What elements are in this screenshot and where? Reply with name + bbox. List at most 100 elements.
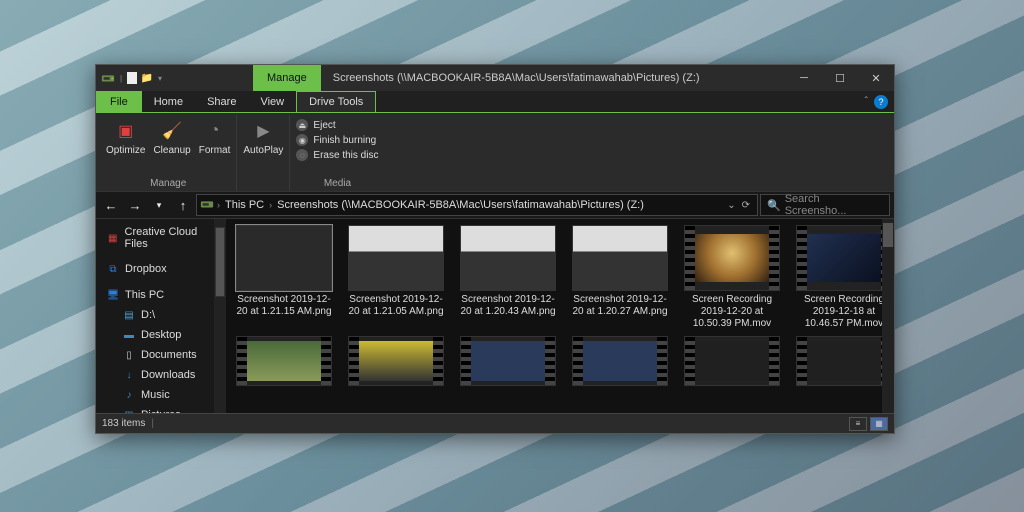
- thumbnail: [236, 225, 332, 291]
- maximize-button[interactable]: ☐: [822, 65, 858, 91]
- properties-icon[interactable]: [127, 72, 137, 84]
- eject-button[interactable]: ⏏Eject: [296, 119, 378, 131]
- file-item[interactable]: Screen Recording 2019-12-18 at 10.46.57 …: [794, 225, 894, 330]
- file-item[interactable]: [346, 336, 446, 389]
- breadcrumb-path[interactable]: Screenshots (\\MACBOOKAIR-5B8A\Mac\Users…: [275, 199, 646, 211]
- nav-dropbox[interactable]: ⧉Dropbox: [96, 259, 226, 279]
- close-button[interactable]: ✕: [858, 65, 894, 91]
- navigation-pane[interactable]: ▦Creative Cloud Files ⧉Dropbox 🖥This PC …: [96, 219, 226, 413]
- separator: |: [118, 74, 124, 83]
- downloads-icon: ↓: [122, 368, 136, 382]
- file-item[interactable]: Screenshot 2019-12-20 at 1.21.05 AM.png: [346, 225, 446, 330]
- up-button[interactable]: ↑: [172, 194, 194, 216]
- window-controls: ─ ☐ ✕: [786, 65, 894, 91]
- folder-icon: ▦: [106, 231, 120, 245]
- forward-button[interactable]: →: [124, 194, 146, 216]
- dropdown-icon[interactable]: ⌄: [727, 200, 735, 211]
- ribbon-group-label: [262, 176, 265, 191]
- file-item[interactable]: [682, 336, 782, 389]
- tab-file[interactable]: File: [96, 91, 142, 112]
- tab-share[interactable]: Share: [195, 91, 248, 112]
- nav-this-pc[interactable]: 🖥This PC: [96, 285, 226, 305]
- chevron-right-icon[interactable]: ›: [269, 200, 272, 210]
- file-name: Screenshot 2019-12-20 at 1.21.15 AM.png: [234, 294, 334, 318]
- ribbon-tabs: File Home Share View Drive Tools ˆ ?: [96, 91, 894, 113]
- file-item[interactable]: [794, 336, 894, 389]
- nav-scrollbar[interactable]: [214, 219, 226, 413]
- ribbon: ▣ Optimize 🧹 Cleanup ◔ Format Manage ▶ A…: [96, 113, 894, 191]
- nav-music[interactable]: ♪Music: [96, 385, 226, 405]
- file-item[interactable]: [570, 336, 670, 389]
- window-title: Screenshots (\\MACBOOKAIR-5B8A\Mac\Users…: [321, 72, 786, 84]
- tab-view[interactable]: View: [248, 91, 296, 112]
- file-item[interactable]: Screenshot 2019-12-20 at 1.20.43 AM.png: [458, 225, 558, 330]
- format-button[interactable]: ◔ Format: [199, 119, 231, 156]
- nav-pictures[interactable]: ▦Pictures: [96, 405, 226, 413]
- thumbnail: [684, 336, 780, 386]
- chevron-right-icon[interactable]: ›: [217, 200, 220, 210]
- breadcrumb[interactable]: › This PC › Screenshots (\\MACBOOKAIR-5B…: [196, 194, 758, 216]
- file-item[interactable]: [458, 336, 558, 389]
- nav-documents[interactable]: ▯Documents: [96, 345, 226, 365]
- thumbnail: [460, 336, 556, 386]
- erase-icon: ◌: [296, 149, 308, 161]
- thumbnail: [348, 225, 444, 291]
- finish-burning-button[interactable]: ◉Finish burning: [296, 134, 378, 146]
- dropbox-icon: ⧉: [106, 262, 120, 276]
- file-explorer-window: | 📁 ▾ Manage Screenshots (\\MACBOOKAIR-5…: [95, 64, 895, 434]
- thumbnail: [572, 225, 668, 291]
- thumbnail: [460, 225, 556, 291]
- documents-icon: ▯: [122, 348, 136, 362]
- pictures-icon: ▦: [122, 408, 136, 413]
- nav-downloads[interactable]: ↓Downloads: [96, 365, 226, 385]
- nav-d-drive[interactable]: ▤D:\: [96, 305, 226, 325]
- tab-drive-tools[interactable]: Drive Tools: [296, 91, 376, 112]
- quick-access-toolbar: | 📁 ▾: [96, 69, 168, 87]
- thumbnail: [796, 336, 892, 386]
- autoplay-button[interactable]: ▶ AutoPlay: [243, 119, 283, 156]
- nav-desktop[interactable]: ▬Desktop: [96, 325, 226, 345]
- help-icon[interactable]: ?: [874, 95, 888, 109]
- file-item[interactable]: Screen Recording 2019-12-20 at 10.50.39 …: [682, 225, 782, 330]
- burn-icon: ◉: [296, 134, 308, 146]
- file-item[interactable]: Screenshot 2019-12-20 at 1.21.15 AM.png: [234, 225, 334, 330]
- details-view-button[interactable]: ≡: [849, 417, 867, 431]
- file-name: Screenshot 2019-12-20 at 1.20.43 AM.png: [458, 294, 558, 318]
- nav-creative-cloud[interactable]: ▦Creative Cloud Files: [96, 223, 226, 253]
- optimize-icon: ▣: [114, 119, 138, 143]
- breadcrumb-this-pc[interactable]: This PC: [223, 199, 266, 211]
- file-name: Screen Recording 2019-12-20 at 10.50.39 …: [682, 294, 782, 330]
- file-list[interactable]: Screenshot 2019-12-20 at 1.21.15 AM.png …: [226, 219, 894, 413]
- file-name: Screen Recording 2019-12-18 at 10.46.57 …: [794, 294, 894, 330]
- recent-locations-button[interactable]: ▾: [148, 194, 170, 216]
- erase-disc-button[interactable]: ◌Erase this disc: [296, 149, 378, 161]
- ribbon-group-media: ⏏Eject ◉Finish burning ◌Erase this disc …: [290, 115, 384, 191]
- minimize-button[interactable]: ─: [786, 65, 822, 91]
- thumbnails-view-button[interactable]: ▦: [870, 417, 888, 431]
- back-button[interactable]: ←: [100, 194, 122, 216]
- contextual-tab-manage[interactable]: Manage: [253, 65, 321, 91]
- pc-icon: 🖥: [106, 288, 120, 302]
- file-item[interactable]: Screenshot 2019-12-20 at 1.20.27 AM.png: [570, 225, 670, 330]
- cleanup-icon: 🧹: [160, 119, 184, 143]
- drive-icon: ▤: [122, 308, 136, 322]
- ribbon-group-autoplay: ▶ AutoPlay: [237, 115, 290, 191]
- cleanup-button[interactable]: 🧹 Cleanup: [153, 119, 190, 156]
- titlebar[interactable]: | 📁 ▾ Manage Screenshots (\\MACBOOKAIR-5…: [96, 65, 894, 91]
- ribbon-group-label: Manage: [150, 176, 186, 191]
- desktop-icon: ▬: [122, 328, 136, 342]
- search-input[interactable]: 🔍 Search Screensho...: [760, 194, 890, 216]
- drive-icon: [200, 197, 214, 214]
- tab-home[interactable]: Home: [142, 91, 195, 112]
- file-item[interactable]: [234, 336, 334, 389]
- folder-icon[interactable]: 📁: [140, 71, 154, 85]
- qat-dropdown-icon[interactable]: ▾: [157, 74, 163, 83]
- refresh-icon[interactable]: ⟳: [742, 200, 750, 211]
- content-scrollbar[interactable]: [882, 219, 894, 413]
- format-icon: ◔: [203, 119, 227, 143]
- optimize-button[interactable]: ▣ Optimize: [106, 119, 145, 156]
- music-icon: ♪: [122, 388, 136, 402]
- collapse-ribbon-icon[interactable]: ˆ: [865, 96, 868, 107]
- thumbnail: [796, 225, 892, 291]
- eject-icon: ⏏: [296, 119, 308, 131]
